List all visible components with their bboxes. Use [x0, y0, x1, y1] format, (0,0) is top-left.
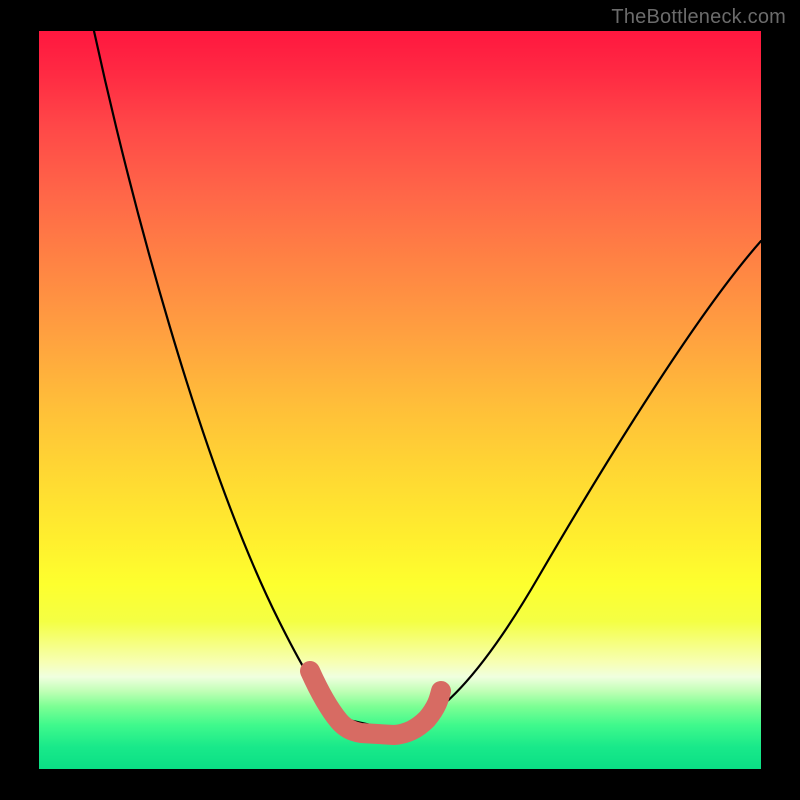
chart-container: TheBottleneck.com	[0, 0, 800, 800]
bottom-highlight	[310, 671, 441, 735]
watermark-text: TheBottleneck.com	[611, 6, 786, 29]
curve-overlay	[39, 31, 761, 769]
main-curve	[94, 31, 761, 729]
